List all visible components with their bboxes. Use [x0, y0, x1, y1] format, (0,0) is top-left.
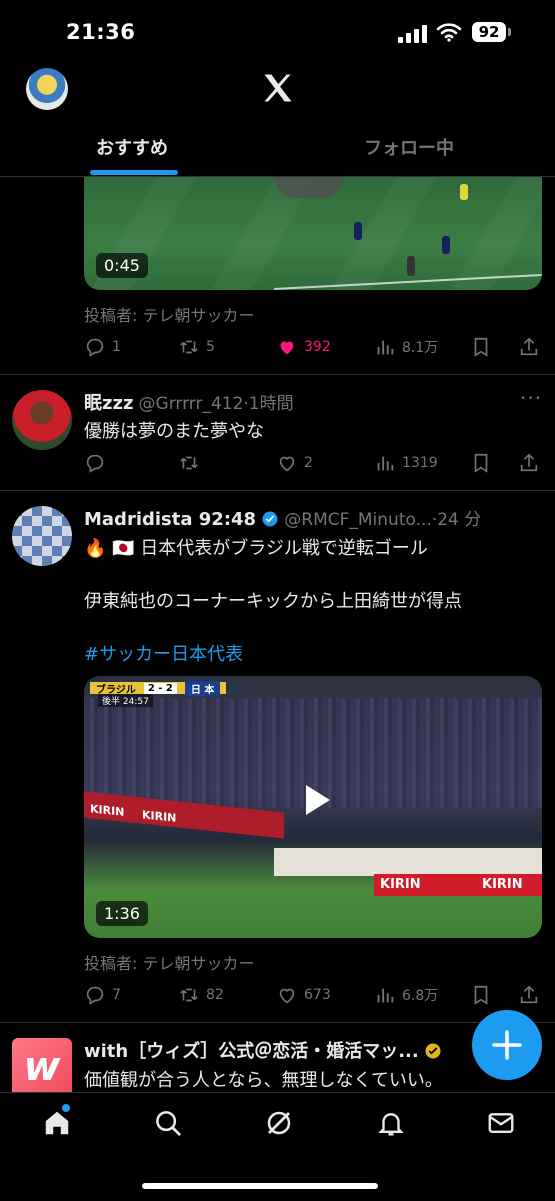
- reply-count: 7: [112, 987, 121, 1003]
- tab-following[interactable]: フォロー中: [364, 134, 454, 160]
- timestamp: ·1時間: [243, 394, 294, 414]
- retweet-icon: [180, 988, 198, 1002]
- play-icon[interactable]: [296, 780, 336, 820]
- timestamp: ·24 分: [431, 510, 482, 530]
- retweet-button[interactable]: 5: [178, 336, 215, 358]
- bookmark-icon[interactable]: [470, 452, 492, 474]
- clock: 21:36: [66, 20, 136, 44]
- views-button[interactable]: 8.1万: [374, 336, 438, 358]
- mail-icon[interactable]: [486, 1108, 516, 1138]
- team-right: 日 本: [184, 680, 221, 696]
- advertiser-logo[interactable]: w: [12, 1038, 72, 1098]
- tweet3-video[interactable]: ブラジル 2 - 2 日 本 後半 24:57 KIRIN KIRIN KIRI…: [84, 676, 542, 938]
- bell-icon[interactable]: [376, 1108, 406, 1138]
- retweet-count: 82: [206, 987, 224, 1003]
- tweet-text: 優勝は夢のまた夢やな: [84, 421, 264, 442]
- heart-filled-icon: [280, 341, 294, 355]
- bar-chart-icon: [377, 340, 394, 355]
- bar-chart-icon: [377, 988, 394, 1003]
- retweet-icon: [180, 340, 198, 354]
- match-clock: 24:57: [122, 697, 149, 707]
- home-icon[interactable]: [42, 1108, 72, 1138]
- x-logo-icon[interactable]: [260, 70, 296, 106]
- more-icon[interactable]: ···: [520, 386, 542, 410]
- avatar[interactable]: [12, 506, 72, 566]
- reply-button[interactable]: 7: [84, 984, 121, 1006]
- user-handle[interactable]: @Grrrrr_412: [139, 394, 244, 414]
- share-icon[interactable]: [518, 452, 540, 474]
- views-button[interactable]: 6.8万: [374, 984, 438, 1006]
- tweet-text-line2: 伊東純也のコーナーキックから上田綺世が得点: [84, 591, 462, 612]
- tweet-text: 価値観が合う人となら、無理しなくていい。: [84, 1070, 443, 1091]
- media-source: 投稿者: テレ朝サッカー: [84, 954, 255, 973]
- plus-icon: [492, 1030, 522, 1060]
- video-duration: 0:45: [96, 253, 148, 278]
- scoreboard: ブラジル 2 - 2 日 本: [90, 680, 227, 696]
- like-count: 392: [304, 339, 331, 355]
- user-handle[interactable]: @RMCF_Minuto...: [284, 510, 432, 530]
- retweet-icon: [180, 456, 198, 470]
- retweet-button[interactable]: [178, 452, 206, 474]
- retweet-count: 5: [206, 339, 215, 355]
- banner-kirin: KIRIN: [380, 877, 421, 892]
- like-button[interactable]: 2: [276, 452, 313, 474]
- verified-badge-icon: [262, 511, 278, 527]
- battery-level: 92: [472, 22, 506, 42]
- notification-dot: [62, 1104, 70, 1112]
- reply-button[interactable]: [84, 452, 112, 474]
- view-count: 8.1万: [402, 340, 439, 356]
- heart-icon: [279, 988, 295, 1004]
- bookmark-icon[interactable]: [470, 336, 492, 358]
- search-icon[interactable]: [153, 1108, 183, 1138]
- tweet1-video[interactable]: 0:45: [84, 176, 542, 290]
- display-name[interactable]: with［ウィズ］公式＠恋活・婚活マッ...: [84, 1041, 419, 1062]
- divider: [0, 490, 555, 491]
- tweet2-header: 眠zzz @Grrrrr_412·1時間: [84, 389, 294, 415]
- reply-count: 1: [112, 339, 121, 355]
- banner-kirin: KIRIN: [482, 877, 523, 892]
- like-count: 2: [304, 455, 313, 471]
- status-bar: 21:36 92: [0, 0, 555, 60]
- home-indicator: [142, 1183, 378, 1189]
- retweet-button[interactable]: 82: [178, 984, 224, 1006]
- bookmark-icon[interactable]: [470, 984, 492, 1006]
- display-name[interactable]: 眠zzz: [84, 393, 133, 414]
- reply-icon: [86, 338, 104, 357]
- display-name[interactable]: Madridista 92:48: [84, 509, 256, 530]
- like-button[interactable]: 392: [276, 336, 331, 358]
- half-label: 後半: [102, 697, 121, 707]
- compose-button[interactable]: [472, 1010, 542, 1080]
- like-button[interactable]: 673: [276, 984, 331, 1006]
- active-tab-indicator: [90, 170, 178, 175]
- verified-gold-badge-icon: [425, 1043, 441, 1059]
- media-source: 投稿者: テレ朝サッカー: [84, 306, 255, 325]
- tab-recommended[interactable]: おすすめ: [96, 134, 168, 160]
- bar-chart-icon: [377, 456, 394, 471]
- reply-icon: [86, 454, 104, 473]
- tweet-text-line1: 🔥 🇯🇵 日本代表がブラジル戦で逆転ゴール: [84, 538, 428, 559]
- share-icon[interactable]: [518, 336, 540, 358]
- battery-tip: [508, 28, 511, 36]
- score: 2 - 2: [143, 682, 177, 694]
- reply-icon: [86, 986, 104, 1005]
- share-icon[interactable]: [518, 984, 540, 1006]
- divider: [0, 374, 555, 375]
- views-button[interactable]: 1319: [374, 452, 438, 474]
- reply-button[interactable]: 1: [84, 336, 121, 358]
- hashtag-link[interactable]: #サッカー日本代表: [84, 640, 243, 666]
- tweet3-header: Madridista 92:48 @RMCF_Minuto...·24 分: [84, 505, 481, 530]
- avatar[interactable]: [12, 390, 72, 450]
- profile-avatar[interactable]: [26, 68, 68, 110]
- grok-icon[interactable]: [264, 1108, 294, 1138]
- like-count: 673: [304, 987, 331, 1003]
- heart-icon: [279, 456, 295, 472]
- video-duration: 1:36: [96, 901, 148, 926]
- wifi-icon: [436, 23, 462, 42]
- view-count: 6.8万: [402, 988, 439, 1004]
- tweet4-header: with［ウィズ］公式＠恋活・婚活マッ...: [84, 1037, 442, 1063]
- view-count: 1319: [402, 455, 438, 471]
- signal-icon: [398, 25, 427, 43]
